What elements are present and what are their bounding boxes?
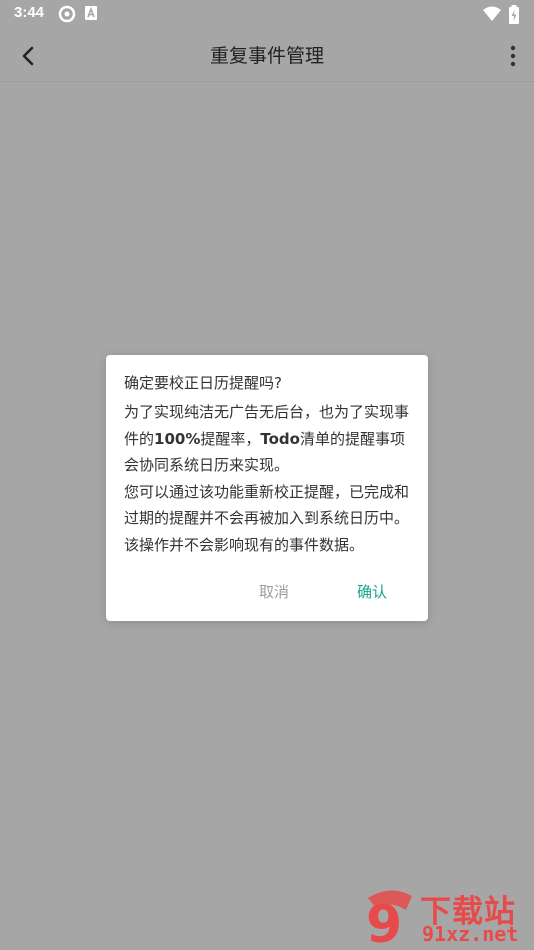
sync-icon xyxy=(58,5,76,27)
svg-text:9: 9 xyxy=(366,895,402,946)
status-bar: 3:44 xyxy=(0,0,534,28)
watermark: 9 下载站 91xz.net xyxy=(360,886,530,950)
watermark-url: 91xz.net xyxy=(422,922,519,946)
calibrate-reminder-dialog: 确定要校正日历提醒吗? 为了实现纯洁无广告无后台，也为了实现事件的100%提醒率… xyxy=(106,355,428,621)
wifi-icon xyxy=(482,5,502,27)
dialog-paragraph-1: 为了实现纯洁无广告无后台，也为了实现事件的100%提醒率，Todo清单的提醒事项… xyxy=(124,403,410,474)
cancel-button[interactable]: 取消 xyxy=(259,581,289,602)
app-a-icon xyxy=(84,5,98,25)
dialog-paragraph-2: 您可以通过该功能重新校正提醒，已完成和过期的提醒并不会再被加入到系统日历中。该操… xyxy=(124,482,410,554)
app-bar: 重复事件管理 xyxy=(0,28,534,82)
more-vertical-icon[interactable] xyxy=(506,42,520,70)
confirm-button[interactable]: 确认 xyxy=(357,581,387,602)
dialog-body: 为了实现纯洁无广告无后台，也为了实现事件的100%提醒率，Todo清单的提醒事项… xyxy=(124,399,416,558)
dialog-title: 确定要校正日历提醒吗? xyxy=(124,374,282,392)
page-title: 重复事件管理 xyxy=(209,45,324,67)
battery-charging-icon xyxy=(508,5,520,28)
status-time: 3:44 xyxy=(14,4,45,21)
watermark-logo-icon: 9 xyxy=(360,888,422,950)
